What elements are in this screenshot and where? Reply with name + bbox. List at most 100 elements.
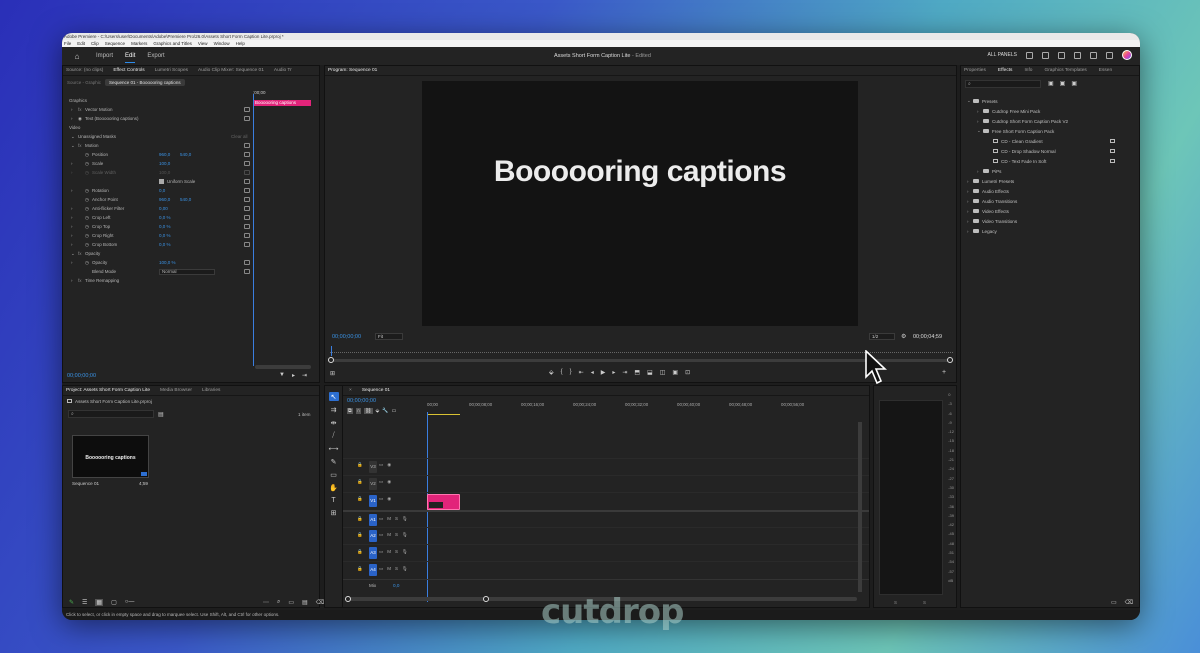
hand-tool-icon[interactable]: ✋ bbox=[329, 484, 338, 492]
property-row[interactable]: › ◷ Crop Bottom 0,0 % bbox=[63, 240, 251, 249]
property-value[interactable]: 0,0 bbox=[159, 188, 165, 193]
new-bin-icon[interactable]: ▭ bbox=[288, 599, 294, 606]
reset-icon[interactable] bbox=[244, 197, 250, 202]
new-item-icon[interactable]: ▤ bbox=[302, 599, 308, 606]
caption-tool-icon[interactable]: ⊞ bbox=[331, 509, 337, 517]
tab-essential[interactable]: Essen bbox=[1099, 68, 1112, 73]
all-panels-label[interactable]: ALL PANELS bbox=[988, 52, 1017, 58]
track-label[interactable]: A1 bbox=[369, 514, 377, 526]
quick-export-icon[interactable] bbox=[1058, 51, 1065, 59]
reset-icon[interactable] bbox=[244, 260, 250, 265]
zoom-handle-right[interactable] bbox=[947, 357, 953, 363]
filter-icon[interactable]: ▼ bbox=[279, 372, 285, 379]
chevron-right-icon[interactable]: › bbox=[71, 161, 73, 166]
property-value-2[interactable]: 540,0 bbox=[180, 197, 191, 202]
timeline-scroll-handle-right[interactable] bbox=[483, 596, 489, 602]
chevron-down-icon[interactable]: ⌄ bbox=[71, 143, 75, 149]
eye-icon[interactable]: ◉ bbox=[78, 116, 82, 122]
effects-tree-item[interactable]: › Video Transitions bbox=[967, 216, 1137, 226]
menu-file[interactable]: File bbox=[64, 40, 71, 47]
fit-dropdown[interactable]: Fit bbox=[375, 333, 403, 340]
feedback-icon[interactable] bbox=[1090, 51, 1097, 59]
lift-icon[interactable]: ⬒ bbox=[634, 369, 640, 376]
settings-icon[interactable]: ⊡ bbox=[685, 369, 690, 376]
new-bin-icon[interactable]: ▭ bbox=[1111, 599, 1117, 606]
stopwatch-icon[interactable]: ◷ bbox=[85, 242, 89, 248]
opacity-row[interactable]: › ◷ Opacity 100,0 % bbox=[63, 258, 251, 267]
32bit-icon[interactable]: ▣ bbox=[1060, 80, 1066, 87]
track-label[interactable]: V1 bbox=[369, 495, 377, 507]
lock-icon[interactable]: 🔒 bbox=[357, 479, 363, 485]
export-icon[interactable]: ⇥ bbox=[302, 372, 307, 379]
property-value[interactable]: 0,0 % bbox=[159, 215, 171, 220]
program-timecode-in[interactable]: 00;00;00;00 bbox=[332, 334, 361, 340]
reset-icon[interactable] bbox=[244, 161, 250, 166]
property-row[interactable]: › ◷ Anti-flicker Filter 0,00 bbox=[63, 204, 251, 213]
stopwatch-icon[interactable]: ◷ bbox=[85, 197, 89, 203]
stopwatch-icon[interactable]: ◷ bbox=[85, 152, 89, 158]
eye-icon[interactable]: ◉ bbox=[387, 479, 391, 485]
share-icon[interactable] bbox=[1042, 51, 1049, 59]
sync-lock-icon[interactable]: ▭ bbox=[379, 532, 383, 538]
property-row[interactable]: › ◷ Crop Top 0,0 % bbox=[63, 222, 251, 231]
property-value-2[interactable]: 540,0 bbox=[180, 152, 191, 157]
expand-icon[interactable] bbox=[1106, 51, 1113, 59]
sequence-clip-button[interactable]: Sequence 01 - Boooooring captions bbox=[105, 79, 185, 86]
reset-icon[interactable] bbox=[244, 224, 250, 229]
reset-icon[interactable] bbox=[244, 188, 250, 193]
razor-icon[interactable]: ⧸ bbox=[332, 432, 334, 440]
mark-in-icon[interactable]: { bbox=[561, 369, 563, 376]
solo-icon[interactable]: S bbox=[395, 549, 398, 555]
bin-icon[interactable]: ▤ bbox=[158, 411, 164, 418]
timeline-timecode[interactable]: 00;00;00;00 bbox=[347, 398, 376, 404]
chevron-right-icon[interactable]: › bbox=[71, 224, 73, 229]
menu-window[interactable]: Window bbox=[214, 40, 230, 47]
fx-icon[interactable]: fx bbox=[78, 251, 82, 256]
zoom-slider-icon[interactable]: ○— bbox=[125, 599, 135, 606]
fx-icon[interactable]: fx bbox=[78, 107, 82, 112]
sync-lock-icon[interactable]: ▭ bbox=[379, 496, 383, 502]
menu-edit[interactable]: Edit bbox=[77, 40, 85, 47]
reset-icon[interactable] bbox=[244, 215, 250, 220]
track-label[interactable]: A3 bbox=[369, 547, 377, 559]
effects-tree-item[interactable]: › Audio Effects bbox=[967, 186, 1137, 196]
reset-icon[interactable] bbox=[244, 269, 250, 274]
reset-icon[interactable] bbox=[244, 143, 250, 148]
opacity-group-row[interactable]: ⌄ fx Opacity bbox=[63, 249, 251, 258]
property-row[interactable]: › ◷ Crop Left 0,0 % bbox=[63, 213, 251, 222]
program-ruler[interactable] bbox=[330, 350, 953, 353]
list-view-icon[interactable]: ☰ bbox=[82, 599, 87, 606]
property-row[interactable]: ◷ Position 960,0 540,0 bbox=[63, 150, 251, 159]
slip-icon[interactable]: ⟷ bbox=[328, 445, 338, 453]
accelerated-icon[interactable]: ▣ bbox=[1048, 80, 1054, 87]
effects-tree-item[interactable]: › Cutdrop Short Form Caption Pack V2 bbox=[967, 116, 1137, 126]
lock-icon[interactable]: 🔒 bbox=[357, 496, 363, 502]
play-icon[interactable]: ▶ bbox=[601, 369, 606, 376]
type-tool-icon[interactable]: T bbox=[331, 497, 335, 504]
effects-tree-item[interactable]: CD - Drop Shadow Normal bbox=[967, 146, 1137, 156]
mini-timeline-clip[interactable]: Boooooring captions bbox=[254, 100, 311, 106]
property-row[interactable]: › ◷ Rotation 0,0 bbox=[63, 186, 251, 195]
add-marker-icon[interactable]: ⬙ bbox=[376, 408, 380, 414]
timeline-ruler[interactable]: 00;00 00;00;08;00 00;00;16;00 00;00;24;0… bbox=[427, 396, 859, 416]
wrench-icon[interactable]: ⚙ bbox=[901, 333, 906, 340]
eye-icon[interactable]: ◉ bbox=[387, 496, 391, 502]
chevron-right-icon[interactable]: › bbox=[71, 116, 73, 121]
automate-icon[interactable]: ⋯ bbox=[263, 599, 269, 606]
tab-export[interactable]: Export bbox=[147, 53, 164, 59]
property-row[interactable]: › ◷ Crop Right 0,0 % bbox=[63, 231, 251, 240]
program-video-frame[interactable]: Boooooring captions bbox=[422, 81, 858, 326]
solo-icon[interactable]: S bbox=[395, 566, 398, 572]
timeline-v-scroll[interactable] bbox=[858, 422, 862, 592]
effects-tree-item[interactable]: ⌄ Presets bbox=[967, 96, 1137, 106]
effects-tree-item[interactable]: › Video Effects bbox=[967, 206, 1137, 216]
pen-tool-icon[interactable]: ✎ bbox=[331, 458, 337, 466]
property-value[interactable]: 0,0 % bbox=[159, 224, 171, 229]
tab-properties[interactable]: Properties bbox=[964, 68, 986, 73]
lock-icon[interactable]: 🔒 bbox=[357, 566, 363, 572]
chevron-right-icon[interactable]: › bbox=[71, 260, 73, 265]
mini-playhead[interactable] bbox=[253, 94, 254, 366]
pen-icon[interactable]: ✎ bbox=[69, 599, 74, 606]
tab-edit[interactable]: Edit bbox=[125, 53, 136, 63]
chevron-right-icon[interactable]: › bbox=[71, 278, 73, 283]
